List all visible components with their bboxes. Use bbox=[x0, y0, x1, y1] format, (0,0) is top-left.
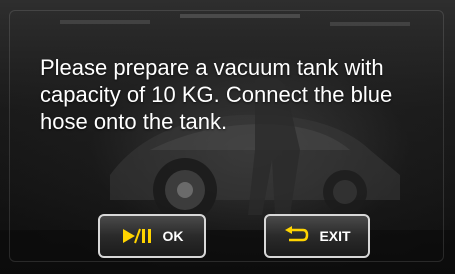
ok-button-label: OK bbox=[162, 228, 184, 244]
return-arrow-icon bbox=[283, 226, 309, 246]
ok-button[interactable]: OK bbox=[98, 214, 206, 258]
dialog-frame bbox=[9, 10, 444, 262]
screen: Please prepare a vacuum tank with capaci… bbox=[0, 0, 455, 274]
exit-button[interactable]: EXIT bbox=[264, 214, 370, 258]
play-pause-icon bbox=[121, 227, 153, 245]
instruction-message: Please prepare a vacuum tank with capaci… bbox=[40, 55, 393, 134]
exit-button-label: EXIT bbox=[319, 228, 351, 244]
